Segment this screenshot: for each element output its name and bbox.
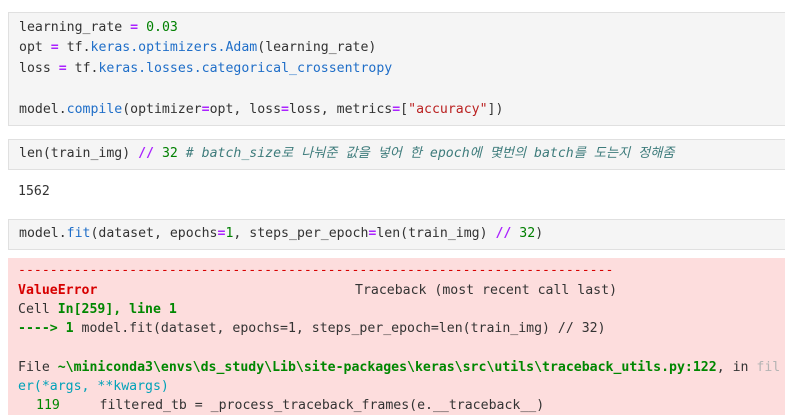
code-line-optimizer: opt = tf.keras.optimizers.Adam(learning_… — [19, 40, 377, 55]
code-line-len: len(train_img) // 32 # batch_size로 나눠준 값… — [19, 146, 675, 161]
code-cell-compile[interactable]: learning_rate = 0.03 opt = tf.keras.opti… — [8, 12, 785, 126]
error-source-line: 119 filtered_tb = _process_traceback_fra… — [36, 398, 545, 413]
error-arrow-line: ----> 1 model.fit(dataset, epochs=1, ste… — [18, 321, 606, 336]
code-cell-fit[interactable]: model.fit(dataset, epochs=1, steps_per_e… — [8, 219, 785, 250]
error-output: ----------------------------------------… — [8, 258, 785, 415]
error-rule: ----------------------------------------… — [18, 263, 614, 278]
error-header: ValueError Traceback (most recent call la… — [18, 283, 618, 298]
error-file-line: File ~\miniconda3\envs\ds_study\Lib\site… — [18, 360, 781, 375]
output-steps: 1562 — [18, 184, 50, 199]
code-cell-len[interactable]: len(train_img) // 32 # batch_size로 나눠준 값… — [8, 139, 785, 170]
code-line-fit: model.fit(dataset, epochs=1, steps_per_e… — [19, 226, 544, 241]
code-line-loss: loss = tf.keras.losses.categorical_cross… — [19, 61, 393, 76]
error-cell-ref: Cell In[259], line 1 — [18, 302, 177, 317]
error-func-tail: er(*args, **kwargs) — [18, 379, 169, 394]
code-line-compile: model.compile(optimizer=opt, loss=loss, … — [19, 102, 504, 117]
code-line-learning-rate: learning_rate = 0.03 — [19, 20, 178, 35]
